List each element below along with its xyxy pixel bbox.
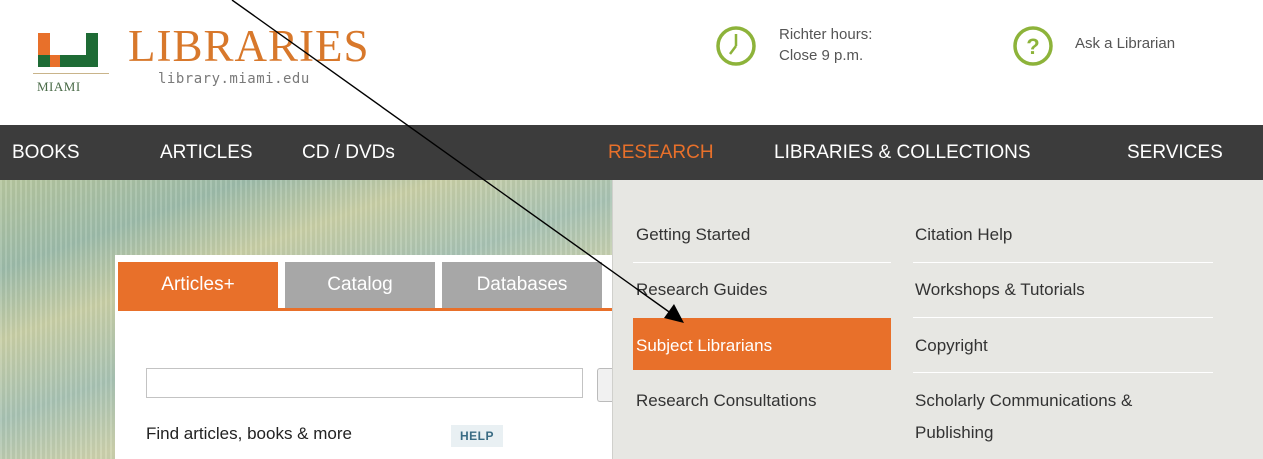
- site-url: library.miami.edu: [158, 71, 310, 87]
- search-hint: Find articles, books & more: [146, 424, 352, 443]
- search-input[interactable]: [146, 368, 583, 398]
- u-logo-icon[interactable]: [38, 33, 104, 74]
- menu-divider: [633, 262, 891, 263]
- menu-item-citation-help[interactable]: Citation Help: [915, 225, 1012, 245]
- question-icon[interactable]: ?: [1011, 24, 1055, 73]
- search-button[interactable]: [597, 368, 612, 402]
- menu-divider: [913, 317, 1213, 318]
- menu-divider: [913, 372, 1213, 373]
- main-nav: BOOKS ARTICLES CD / DVDs RESEARCH LIBRAR…: [0, 125, 1263, 180]
- menu-item-copyright[interactable]: Copyright: [915, 336, 988, 356]
- tab-catalog[interactable]: Catalog: [285, 262, 435, 308]
- nav-item-articles[interactable]: ARTICLES: [160, 142, 253, 164]
- logo-wordmark: MIAMI: [37, 79, 81, 94]
- nav-item-libraries-collections[interactable]: LIBRARIES & COLLECTIONS: [774, 142, 1031, 164]
- ask-librarian-link[interactable]: Ask a Librarian: [1075, 35, 1175, 52]
- site-header: MIAMI LIBRARIES library.miami.edu Richte…: [0, 0, 1263, 125]
- nav-item-books[interactable]: BOOKS: [12, 142, 80, 164]
- nav-item-cd-dvds[interactable]: CD / DVDs: [302, 142, 395, 164]
- menu-item-workshops-tutorials[interactable]: Workshops & Tutorials: [915, 280, 1085, 300]
- tab-articles-plus[interactable]: Articles+: [118, 262, 278, 308]
- hours-line-2: Close 9 p.m.: [779, 47, 864, 64]
- site-title[interactable]: LIBRARIES: [128, 24, 370, 69]
- clock-icon: [714, 24, 758, 73]
- nav-item-services[interactable]: SERVICES: [1127, 142, 1223, 164]
- menu-item-scholarly-communications[interactable]: Scholarly Communications & Publishing: [915, 391, 1132, 443]
- hours-info: Richter hours: Close 9 p.m.: [779, 24, 872, 66]
- logo-divider: [33, 73, 109, 74]
- menu-item-research-guides[interactable]: Research Guides: [636, 280, 767, 300]
- menu-item-research-consultations[interactable]: Research Consultations: [636, 391, 816, 411]
- menu-item-scholarly-line-1: Scholarly Communications &: [915, 391, 1133, 410]
- menu-item-scholarly-line-2: Publishing: [915, 423, 994, 442]
- menu-item-getting-started[interactable]: Getting Started: [636, 225, 750, 245]
- hours-line-1: Richter hours:: [779, 26, 873, 43]
- menu-item-subject-librarians[interactable]: Subject Librarians: [636, 336, 772, 356]
- tab-underline: [118, 308, 612, 311]
- nav-item-research[interactable]: RESEARCH: [608, 142, 714, 164]
- tab-databases[interactable]: Databases: [442, 262, 602, 308]
- menu-divider: [913, 262, 1213, 263]
- svg-text:?: ?: [1026, 34, 1039, 59]
- help-button[interactable]: HELP: [451, 425, 503, 447]
